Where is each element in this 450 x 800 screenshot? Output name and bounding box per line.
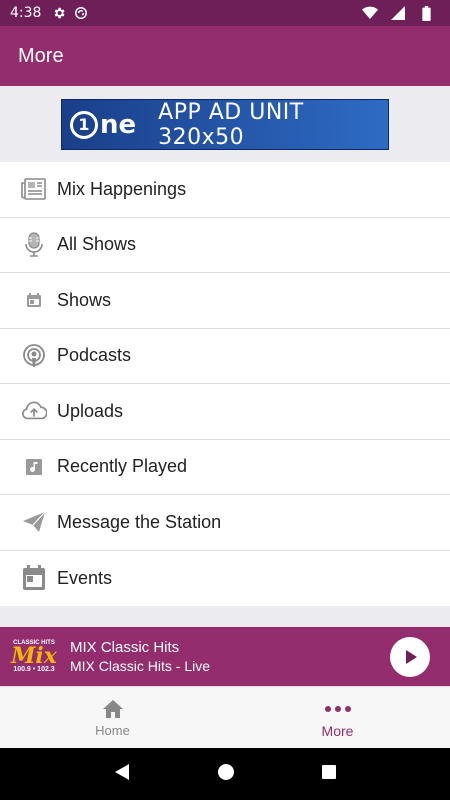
menu-item-shows[interactable]: Shows (0, 273, 450, 329)
podcast-icon (21, 343, 47, 369)
menu-item-label: Mix Happenings (57, 178, 187, 199)
menu-item-podcasts[interactable]: Podcasts (0, 329, 450, 384)
now-playing-title: MIX Classic Hits (70, 639, 180, 656)
tab-more-label: More (321, 722, 354, 739)
menu-item-recently-played[interactable]: Recently Played (0, 440, 450, 495)
menu-item-label: All Shows (57, 234, 137, 255)
ad-brand: ne (100, 109, 137, 140)
home-circle-icon[interactable] (217, 763, 235, 786)
menu-item-label: Uploads (57, 400, 124, 421)
calendar-small-icon (21, 287, 47, 313)
bottom-nav: Home More (0, 686, 450, 748)
back-icon[interactable] (113, 763, 131, 786)
page-title: More (18, 44, 64, 67)
send-icon (21, 509, 47, 535)
menu-item-label: Podcasts (57, 345, 132, 366)
ad-area: 1 ne APP AD UNIT 320x50 (0, 86, 450, 162)
status-time: 4:38 (10, 5, 42, 21)
music-note-icon (21, 454, 47, 480)
now-playing-text: MIX Classic Hits MIX Classic Hits - Live (70, 639, 210, 674)
more-dots-icon (324, 697, 352, 721)
wifi-icon (362, 5, 378, 21)
ad-text: APP AD UNIT 320x50 (158, 99, 304, 150)
system-nav-bar (0, 748, 450, 800)
logo-freq-text: 100.9 • 102.3 (13, 666, 55, 673)
one-logo-icon: 1 (70, 110, 98, 139)
menu-item-label: Message the Station (57, 511, 222, 532)
menu-item-all-shows[interactable]: All Shows (0, 218, 450, 273)
ad-logo: 1 ne (70, 110, 136, 140)
play-button[interactable] (390, 636, 430, 677)
now-playing-bar[interactable]: CLASSIC HITS Mix 100.9 • 102.3 MIX Class… (0, 627, 450, 686)
ad-banner[interactable]: 1 ne APP AD UNIT 320x50 (61, 99, 389, 150)
microphone-icon (21, 232, 47, 258)
app-bar: More (0, 26, 450, 86)
station-logo: CLASSIC HITS Mix 100.9 • 102.3 (8, 634, 60, 680)
recents-square-icon[interactable] (321, 764, 337, 785)
tab-home-label: Home (95, 723, 130, 738)
settings-gear-icon (51, 5, 67, 21)
home-icon (102, 697, 124, 721)
tab-more[interactable]: More (225, 687, 450, 748)
status-bar: 4:38 (0, 0, 450, 26)
signal-icon (390, 5, 406, 21)
tab-home[interactable]: Home (0, 687, 225, 748)
battery-icon (418, 5, 434, 21)
menu-item-label: Recently Played (57, 456, 188, 477)
newspaper-icon (21, 176, 47, 202)
calendar-icon (21, 565, 47, 591)
logo-mix-text: Mix (11, 643, 57, 669)
play-icon (406, 649, 417, 664)
menu-item-label: Shows (57, 289, 112, 310)
sync-icon (73, 5, 89, 21)
cloud-upload-icon (21, 398, 47, 424)
menu-item-mix-happenings[interactable]: Mix Happenings (0, 162, 450, 218)
menu-item-message-the-station[interactable]: Message the Station (0, 495, 450, 551)
menu-item-events[interactable]: Events (0, 551, 450, 607)
menu-item-label: Events (57, 567, 113, 588)
menu-list: Mix Happenings All Shows Shows Podcasts … (0, 162, 450, 606)
menu-item-uploads[interactable]: Uploads (0, 384, 450, 440)
now-playing-subtitle: MIX Classic Hits - Live (70, 658, 211, 674)
